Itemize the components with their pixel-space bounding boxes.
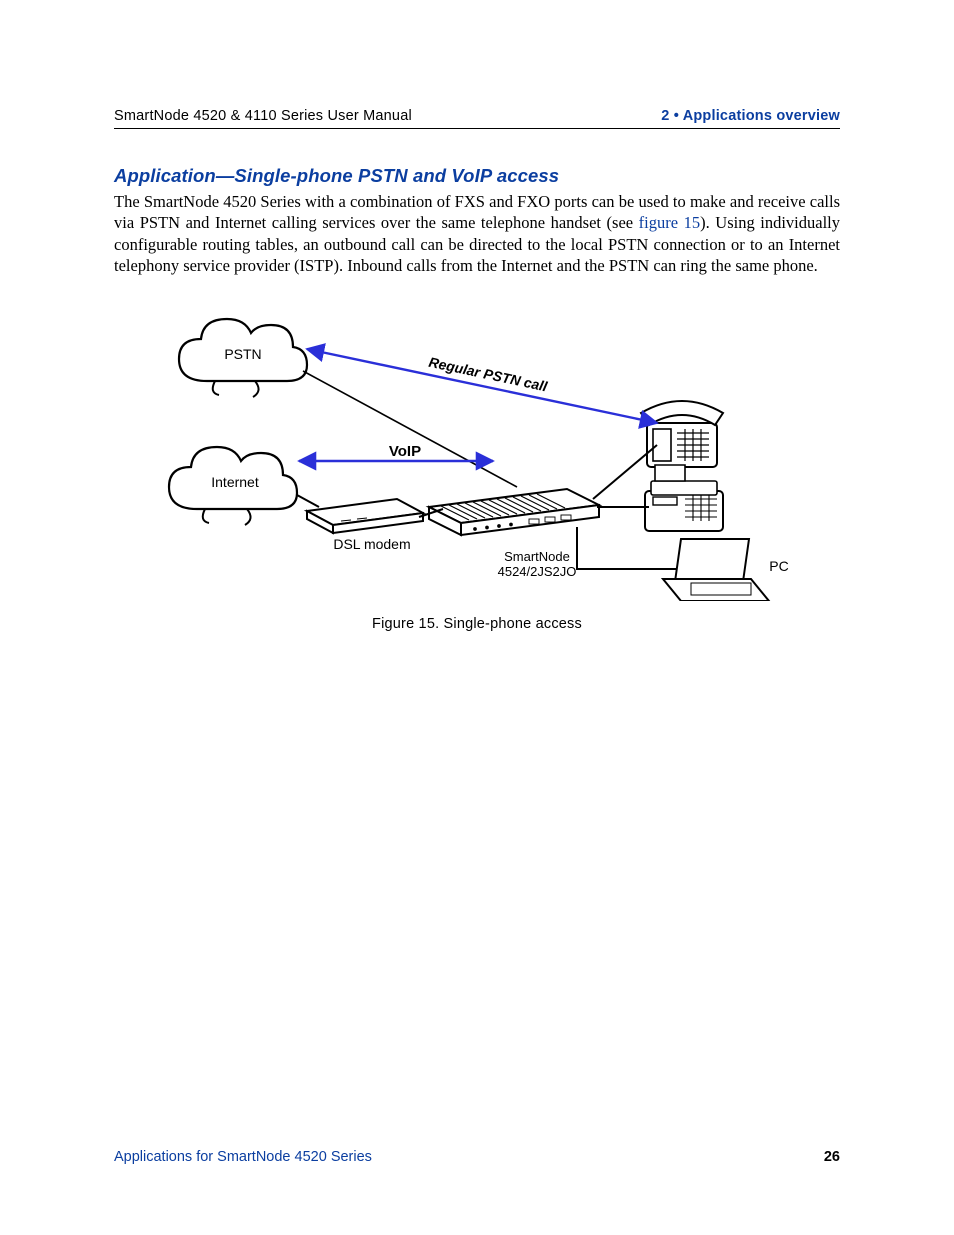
internet-label: Internet [211, 474, 259, 490]
header-rule [114, 128, 840, 129]
figure-diagram: PSTN Internet [157, 311, 797, 601]
dsl-modem-icon [307, 499, 423, 533]
wire-node-pc [577, 527, 677, 569]
running-header: SmartNode 4520 & 4110 Series User Manual… [114, 108, 840, 124]
wire-pstn-node [303, 371, 517, 487]
voip-label: VoIP [389, 443, 421, 460]
footer-section: Applications for SmartNode 4520 Series [114, 1149, 372, 1165]
page-footer: Applications for SmartNode 4520 Series 2… [114, 1149, 840, 1165]
header-right: 2 • Applications overview [661, 108, 840, 124]
figure-caption: Figure 15. Single-phone access [114, 616, 840, 632]
footer-page-number: 26 [824, 1149, 840, 1165]
wire-internet-modem [297, 495, 319, 507]
pc-label: PC [769, 558, 788, 574]
section-paragraph: The SmartNode 4520 Series with a combina… [114, 191, 840, 277]
fax-icon [645, 465, 723, 531]
header-left: SmartNode 4520 & 4110 Series User Manual [114, 108, 412, 124]
laptop-icon [663, 539, 769, 601]
pstn-call-arrow [307, 349, 657, 423]
smartnode-label-line1: SmartNode [504, 549, 570, 564]
figure-15: PSTN Internet [114, 311, 840, 632]
pstn-label: PSTN [224, 346, 261, 362]
dsl-modem-label: DSL modem [333, 536, 410, 552]
smartnode-icon [429, 489, 599, 535]
smartnode-label-line2: 4524/2JS2JO [498, 564, 577, 579]
section-title: Application—Single-phone PSTN and VoIP a… [114, 165, 840, 187]
telephone-icon [641, 401, 723, 467]
figure-reference-link[interactable]: figure 15 [639, 213, 700, 232]
